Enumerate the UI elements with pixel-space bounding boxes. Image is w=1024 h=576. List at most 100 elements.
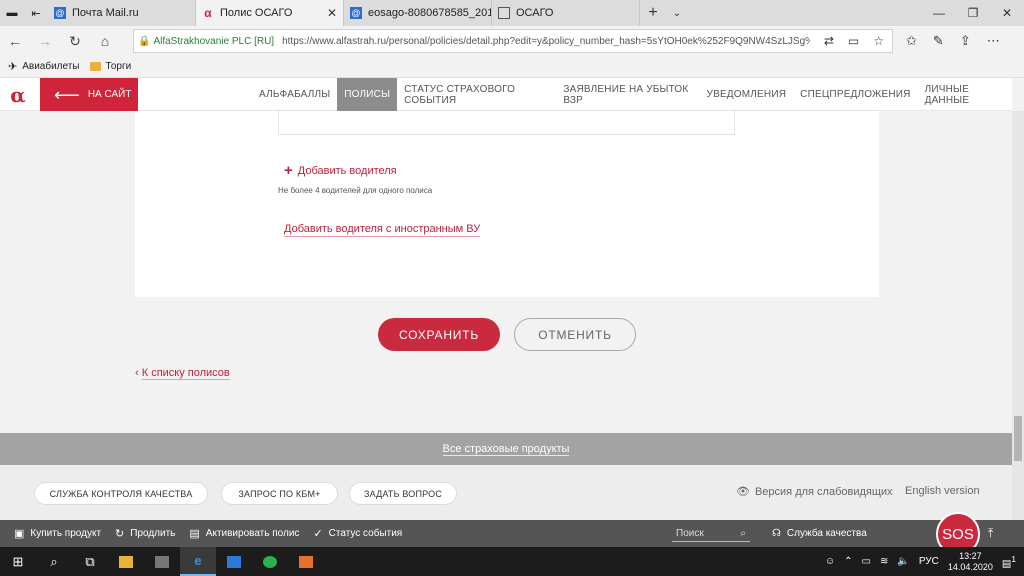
forward-arrow-icon[interactable]: → <box>30 33 60 49</box>
save-button[interactable]: СОХРАНИТЬ <box>378 318 500 351</box>
english-version-link[interactable]: English version <box>905 485 980 497</box>
system-tray: ☺ ⌃ ▭ ≋ 🔈 РУС 13:27 14.04.2020 ▤1 <box>825 547 1024 576</box>
clock[interactable]: 13:27 14.04.2020 <box>948 551 993 573</box>
chevron-down-icon[interactable]: ⌄ <box>666 0 688 26</box>
wifi-icon[interactable]: ≋ <box>880 556 888 567</box>
renew-button[interactable]: ↻ Продлить <box>115 527 175 540</box>
edge-icon[interactable]: e <box>180 547 216 576</box>
home-icon[interactable]: ⌂ <box>90 33 120 49</box>
file-explorer-icon[interactable] <box>108 547 144 576</box>
windows-taskbar: ⊞ ⌕ ⧉ e ☺ ⌃ ▭ ≋ 🔈 РУС 13:27 14.04.2020 ▤… <box>0 547 1024 576</box>
scroll-top-icon[interactable]: ⤒ <box>988 526 993 541</box>
bookmark-label: Авиабилеты <box>22 61 80 72</box>
tab-polis-osago[interactable]: α Полис ОСАГО ✕ <box>196 0 344 26</box>
tab-osago[interactable]: ОСАГО <box>492 0 640 26</box>
search-input[interactable]: Поиск ⌕ <box>672 525 750 542</box>
language-indicator[interactable]: РУС <box>919 556 939 567</box>
quality-service-label: Служба качества <box>786 528 867 539</box>
mail-icon: @ <box>350 7 362 19</box>
menu-claim[interactable]: ЗАЯВЛЕНИЕ НА УБЫТОК ВЗР <box>556 78 699 111</box>
menu-event-status[interactable]: СТАТУС СТРАХОВОГО СОБЫТИЯ <box>397 78 556 111</box>
search-icon[interactable]: ⌕ <box>740 528 746 539</box>
translate-icon[interactable]: ⇄ <box>824 34 834 48</box>
bookmark-label: Торги <box>105 61 132 72</box>
menu-notifications[interactable]: УВЕДОМЛЕНИЯ <box>700 78 794 111</box>
tab-title: ОСАГО <box>516 7 554 19</box>
bookmark-flights[interactable]: ✈ Авиабилеты <box>8 60 80 73</box>
new-tab-plus-icon[interactable]: + <box>640 0 666 26</box>
url-text[interactable]: https://www.alfastrah.ru/personal/polici… <box>282 36 810 47</box>
refresh-icon[interactable]: ↻ <box>60 33 90 50</box>
chevron-left-icon: ‹ <box>135 367 142 379</box>
address-bar[interactable]: 🔒 AlfaStrakhovanie PLC [RU] https://www.… <box>133 29 893 53</box>
pen-icon[interactable]: ✎ <box>933 33 944 49</box>
document-app-icon[interactable] <box>288 547 324 576</box>
kbm-request-button[interactable]: ЗАПРОС ПО КБМ+ <box>221 482 338 505</box>
all-products-link[interactable]: Все страховые продукты <box>442 443 570 456</box>
menu-policies[interactable]: ПОЛИСЫ <box>337 78 398 111</box>
activate-policy-label: Активировать полис <box>205 528 300 539</box>
page-icon <box>498 7 510 19</box>
buy-product-label: Купить продукт <box>30 528 102 539</box>
favorite-star-icon[interactable]: ☆ <box>873 34 884 48</box>
menu-personal-data[interactable]: ЛИЧНЫЕ ДАННЫЕ <box>918 78 1012 111</box>
volume-icon[interactable]: 🔈 <box>897 556 909 567</box>
search-icon[interactable]: ⌕ <box>36 547 72 576</box>
check-circle-icon: ✓ <box>313 528 323 540</box>
buy-product-button[interactable]: ▣ Купить продукт <box>14 527 101 540</box>
tab-actions-icon[interactable]: ▬ <box>0 0 24 26</box>
minimize-icon[interactable]: — <box>922 0 956 26</box>
renew-icon: ↻ <box>115 528 125 540</box>
share-icon[interactable]: ⇪ <box>960 33 971 49</box>
window-controls: — ❐ ✕ <box>922 0 1024 26</box>
alfa-logo-icon[interactable]: α <box>6 83 30 107</box>
battery-icon[interactable]: ▭ <box>862 556 871 567</box>
notification-count: 1 <box>1011 553 1016 564</box>
ask-question-button[interactable]: ЗАДАТЬ ВОПРОС <box>349 482 457 505</box>
people-icon[interactable]: ☺ <box>825 556 835 567</box>
add-driver-label: Добавить водителя <box>297 164 397 177</box>
alfa-logo-icon: α <box>204 6 212 20</box>
store-icon[interactable] <box>144 547 180 576</box>
cancel-button[interactable]: ОТМЕНИТЬ <box>514 318 636 351</box>
tab-title: Почта Mail.ru <box>72 7 139 19</box>
scrollbar-thumb[interactable] <box>1014 416 1022 461</box>
mail-icon: @ <box>54 7 66 19</box>
close-window-icon[interactable]: ✕ <box>990 0 1024 26</box>
menu-special-offers[interactable]: СПЕЦПРЕДЛОЖЕНИЯ <box>793 78 917 111</box>
site-identity: AlfaStrakhovanie PLC [RU] <box>153 35 275 47</box>
back-to-site-button[interactable]: ⟵ НА САЙТ <box>40 78 138 111</box>
activate-policy-button[interactable]: ▤ Активировать полис <box>189 527 299 540</box>
notifications-icon[interactable]: ▤1 <box>1002 554 1016 569</box>
bookmark-auctions[interactable]: Торги <box>89 61 132 72</box>
favorites-icon[interactable]: ✩ <box>906 33 917 49</box>
back-arrow-icon[interactable]: ← <box>0 33 30 49</box>
quality-control-button[interactable]: СЛУЖБА КОНТРОЛЯ КАЧЕСТВА <box>34 482 208 505</box>
whatsapp-icon[interactable] <box>252 547 288 576</box>
plus-icon: + <box>284 162 293 179</box>
more-icon[interactable]: ⋯ <box>987 33 1000 49</box>
restore-icon[interactable]: ❐ <box>956 0 990 26</box>
tab-eosago[interactable]: @ eosago-8080678585_20190 <box>344 0 492 26</box>
tab-mail[interactable]: @ Почта Mail.ru <box>48 0 196 26</box>
task-view-icon[interactable]: ⧉ <box>72 547 108 576</box>
event-status-button[interactable]: ✓ Статус события <box>313 527 402 540</box>
tab-back-icon[interactable]: ⇤ <box>24 0 48 26</box>
close-tab-icon[interactable]: ✕ <box>327 6 337 20</box>
add-foreign-driver-link[interactable]: Добавить водителя с иностранным ВУ <box>284 223 481 237</box>
back-to-policies-link[interactable]: ‹ К списку полисов <box>135 367 230 380</box>
lock-icon: 🔒 <box>138 35 151 47</box>
chevron-up-icon[interactable]: ⌃ <box>844 556 852 567</box>
airplane-icon: ✈ <box>8 61 18 73</box>
drivers-card: + Добавить водителя Не более 4 водителей… <box>135 109 879 297</box>
add-driver-link[interactable]: + Добавить водителя <box>284 162 397 179</box>
mail-app-icon[interactable] <box>216 547 252 576</box>
reading-view-icon[interactable]: ▭ <box>848 34 859 48</box>
low-vision-link[interactable]: 👁 Версия для слабовидящих <box>736 485 893 499</box>
menu-alfabally[interactable]: АЛЬФАБАЛЛЫ <box>252 78 337 111</box>
search-placeholder: Поиск <box>676 527 704 539</box>
windows-start-icon[interactable]: ⊞ <box>0 547 36 576</box>
quality-service-button[interactable]: ☊ Служба качества <box>772 520 867 547</box>
renew-label: Продлить <box>130 528 176 539</box>
page-scrollbar[interactable] <box>1012 111 1024 520</box>
